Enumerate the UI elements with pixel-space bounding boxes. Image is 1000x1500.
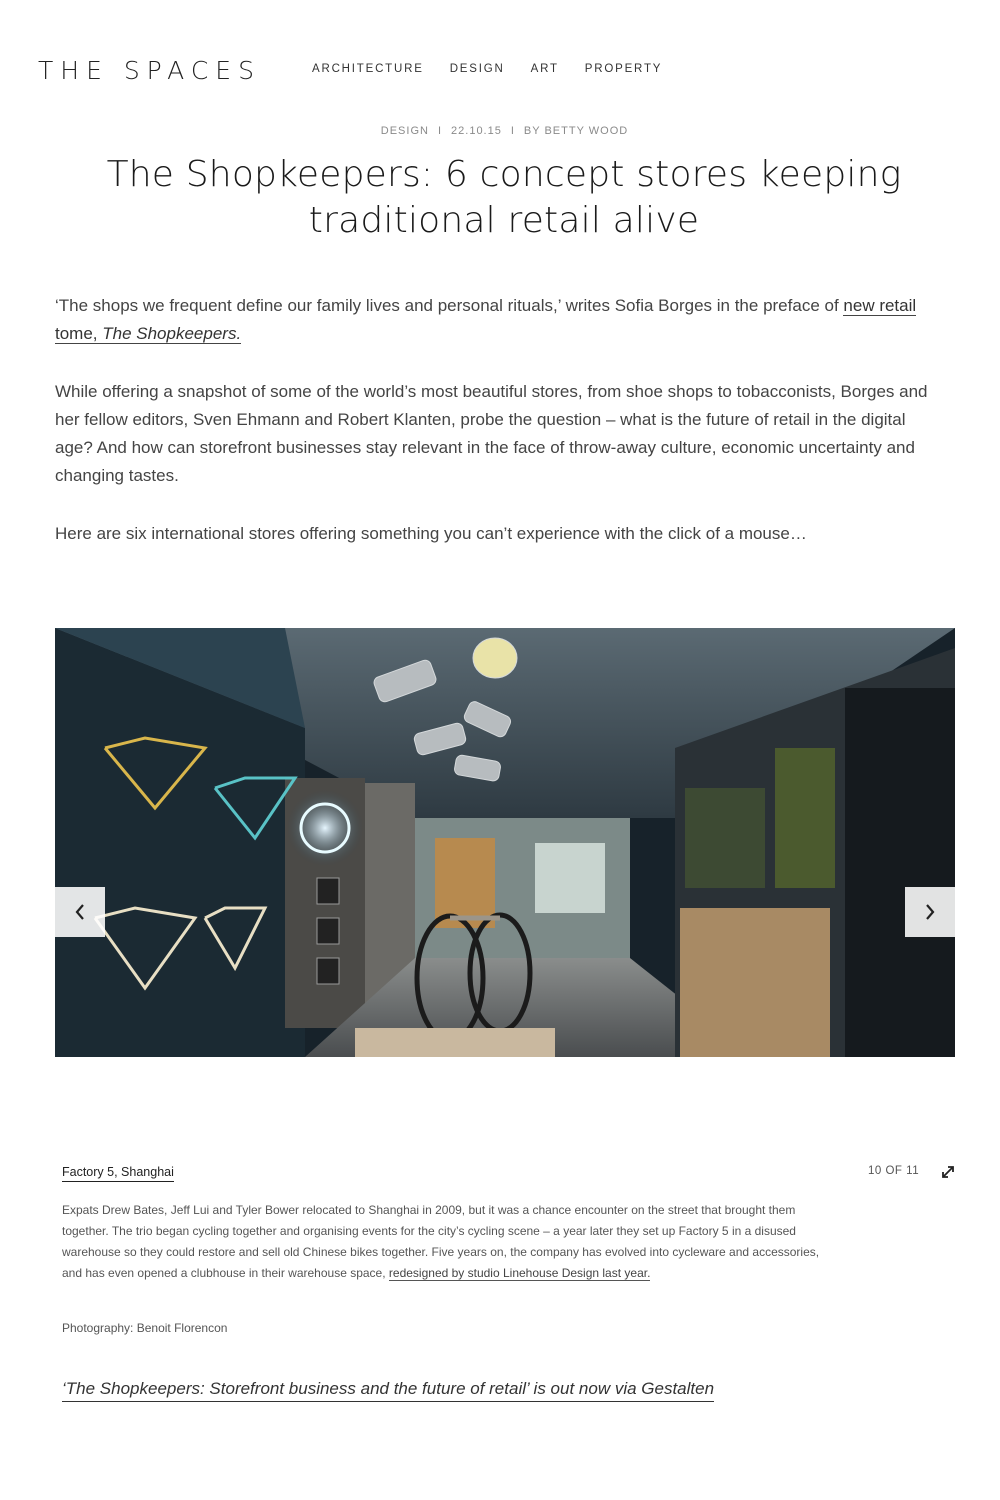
slide-counter: 10 OF 11 <box>868 1165 920 1177</box>
expand-icon[interactable] <box>940 1164 956 1180</box>
article-title: The Shopkeepers: 6 concept stores keepin… <box>106 154 902 241</box>
linehouse-link[interactable]: redesigned by studio Linehouse Design la… <box>388 1266 651 1281</box>
meta-separator: I <box>437 125 443 137</box>
slideshow-prev-button[interactable] <box>55 887 105 937</box>
intro-text: ‘The shops we frequent define our family… <box>55 296 844 315</box>
meta-separator: I <box>510 125 515 137</box>
intro-paragraph-1: ‘The shops we frequent define our family… <box>55 292 945 348</box>
slideshow-image[interactable] <box>55 628 955 1057</box>
nav-item-art[interactable]: ART <box>531 63 559 75</box>
chevron-right-icon <box>926 904 935 920</box>
article-meta: DESIGN I 22.10.15 I BY BETTY WOOD <box>0 125 1000 137</box>
gestalten-link[interactable]: ‘The Shopkeepers: Storefront business an… <box>62 1379 715 1402</box>
intro-text: Here are six international stores offeri… <box>55 524 807 543</box>
nav-item-property[interactable]: PROPERTY <box>585 63 662 75</box>
slide-caption-text: Expats Drew Bates, Jeff Lui and Tyler Bo… <box>62 1200 822 1284</box>
photo-credit: Photography: Benoit Florencon <box>62 1321 228 1335</box>
slideshow-next-button[interactable] <box>905 887 955 937</box>
book-link-title: The Shopkeepers. <box>102 324 242 343</box>
article-category[interactable]: DESIGN <box>381 125 429 137</box>
chevron-left-icon <box>75 904 84 920</box>
site-logo[interactable]: THE SPACES <box>38 56 261 85</box>
nav-item-design[interactable]: DESIGN <box>450 63 505 75</box>
main-nav: ARCHITECTURE DESIGN ART PROPERTY <box>312 63 688 75</box>
article-author[interactable]: BY BETTY WOOD <box>524 125 628 137</box>
bike-shop-interior-photo <box>55 628 955 1057</box>
intro-paragraph-3: Here are six international stores offeri… <box>55 520 945 548</box>
slide-caption-title[interactable]: Factory 5, Shanghai <box>62 1165 174 1182</box>
intro-text: While offering a snapshot of some of the… <box>55 382 928 485</box>
nav-item-architecture[interactable]: ARCHITECTURE <box>312 63 424 75</box>
intro-paragraph-2: While offering a snapshot of some of the… <box>55 378 945 490</box>
article-date: 22.10.15 <box>451 125 502 137</box>
